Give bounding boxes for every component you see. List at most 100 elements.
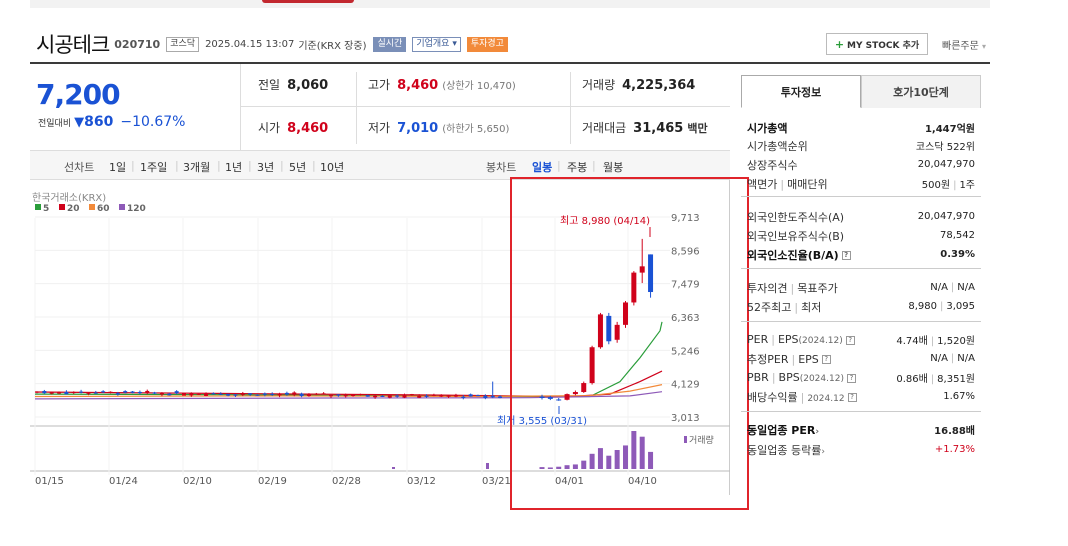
divider: | (557, 159, 561, 172)
price-change: 전일대비 ▼ 860 −10.67% (38, 114, 185, 130)
candle-body (373, 395, 378, 398)
period-1d[interactable]: 1일 (109, 159, 126, 175)
info-key-label: 동일업종 등락률 (747, 443, 822, 457)
add-mystock-button[interactable]: + MY STOCK 추가 (826, 33, 928, 55)
info-key-label: EPS (777, 333, 799, 346)
ma-legend-swatch (35, 204, 41, 210)
open-value: 8,460 (287, 121, 329, 136)
period-1y[interactable]: 1년 (225, 159, 242, 175)
chevron-down-icon: ▾ (982, 42, 987, 51)
info-value: N/A | N/A (930, 353, 975, 364)
plus-icon: + (834, 37, 845, 51)
quote-divider (240, 64, 241, 150)
ma-legend: 5 20 60 120 (35, 204, 146, 214)
x-tick-label: 03/21 (482, 476, 511, 487)
prev-label: 전일 (258, 78, 281, 92)
period-5y[interactable]: 5년 (289, 159, 306, 175)
info-key-label: BPS (778, 371, 800, 384)
candle-body (152, 392, 157, 394)
chart-period-bar: 선차트 1일 | 1주일 | 3개월 | 1년 | 3년 | 5년 | 10년 … (30, 150, 730, 180)
info-key: 외국인한도주식수(A) (747, 209, 844, 225)
info-value: 20,047,970 (918, 211, 975, 222)
ma-legend-label: 120 (127, 204, 146, 214)
tab-orderbook-10[interactable]: 호가10단계 (861, 75, 981, 108)
quote-col-divider (356, 72, 357, 144)
period-3m[interactable]: 3개월 (183, 159, 210, 175)
divider: | (592, 159, 596, 172)
period-1w[interactable]: 1주일 (140, 159, 167, 175)
stock-name: 시공테크 (36, 33, 110, 57)
divider: | (780, 177, 785, 191)
candle-body (211, 393, 216, 395)
divider: | (800, 390, 805, 404)
info-key: 외국인보유주식수(B) (747, 228, 844, 244)
info-value: 8,980 | 3,095 (908, 301, 975, 312)
open-price: 시가 8,460 (258, 119, 328, 136)
info-key-label: 외국인보유주식수(B) (747, 229, 845, 243)
ma-legend-label: 5 (43, 204, 49, 214)
line-chart-label: 선차트 (64, 161, 95, 174)
candle-body (57, 392, 62, 394)
quote-datetime: 2025.04.15 13:07 (205, 38, 295, 50)
info-key-label: 외국인소진율(B/A) (747, 248, 839, 262)
info-key: 추정PER | EPS? (747, 351, 831, 367)
info-row: 상장주식수 20,047,970 (747, 156, 975, 173)
current-price: 7,200 (36, 78, 121, 111)
trade-value-unit: 백만 (687, 122, 708, 135)
company-overview-dropdown[interactable]: 기업개요 ▾ (412, 36, 461, 52)
quote-row-divider (240, 106, 730, 107)
info-key-label: 투자의견 (747, 281, 788, 295)
info-row: 투자의견 | 목표주가 N/A | N/A (747, 279, 975, 296)
candle-body (255, 394, 260, 396)
info-row: 외국인보유주식수(B) 78,542 (747, 227, 975, 244)
chevron-right-icon[interactable]: › (815, 427, 819, 437)
change-percent: −10.67% (120, 114, 186, 130)
chart-source: 한국거래소(KRX) (32, 192, 106, 204)
tab-invest-info[interactable]: 투자정보 (741, 75, 861, 108)
info-key: 시가총액 (747, 120, 787, 136)
info-row: 시가총액순위 코스닥 522위 (747, 137, 975, 154)
info-value: +1.73% (935, 444, 975, 455)
quote-col-divider (570, 72, 571, 144)
divider: | (248, 159, 252, 172)
info-value-text: N/A (957, 282, 975, 293)
realtime-button[interactable]: 실시간 (373, 36, 407, 52)
help-icon[interactable]: ? (841, 251, 851, 260)
info-value: 500원 | 1주 (922, 176, 975, 191)
candle-daily[interactable]: 일봉 (532, 159, 552, 175)
candle-body (248, 393, 253, 395)
help-icon[interactable]: ? (821, 355, 831, 364)
info-value-text: 500원 (921, 180, 951, 191)
candle-body (284, 392, 289, 395)
help-icon[interactable]: ? (846, 373, 856, 383)
info-key: 시가총액순위 (747, 138, 808, 154)
info-key: 52주최고 | 최저 (747, 299, 821, 315)
info-key-label: PER (747, 333, 769, 346)
candle-monthly[interactable]: 월봉 (603, 159, 623, 175)
info-key-label: 매매단위 (787, 177, 828, 191)
highlight-box (510, 177, 749, 510)
divider: | (791, 352, 796, 366)
candle-body (402, 395, 407, 398)
chevron-right-icon[interactable]: › (821, 447, 825, 457)
help-icon[interactable]: ? (847, 393, 857, 402)
period-3y[interactable]: 3년 (257, 159, 274, 175)
quick-order-button[interactable]: 빠른주문 ▾ (942, 37, 986, 52)
trade-value: 거래대금 31,465 백만 (582, 119, 708, 136)
info-value: 코스닥 522위 (916, 138, 975, 153)
info-key-label: PBR (747, 371, 769, 384)
info-key-label: 시가총액 (747, 121, 788, 135)
candle-body (79, 391, 84, 393)
candle-body (86, 392, 91, 394)
candle-body (145, 390, 150, 394)
candle-weekly[interactable]: 주봉 (567, 159, 587, 175)
info-value: 1.67% (943, 391, 975, 402)
info-key: 배당수익률 | 2024.12? (747, 389, 857, 405)
period-10y[interactable]: 10년 (320, 159, 344, 175)
info-key-label: 시가총액순위 (747, 139, 808, 153)
help-icon[interactable]: ? (845, 335, 855, 345)
candle-body (189, 393, 194, 396)
info-key-label: 상장주식수 (747, 158, 798, 172)
candle-body (277, 393, 282, 396)
candle-body (299, 393, 304, 397)
